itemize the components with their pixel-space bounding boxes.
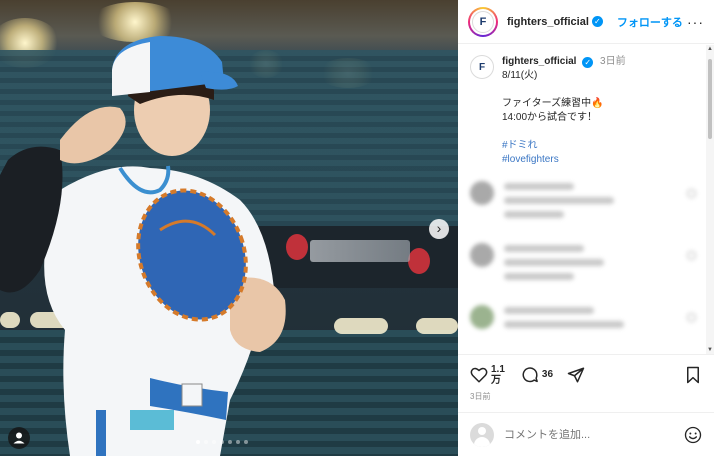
fire-emoji-icon: 🔥 — [591, 98, 604, 109]
carousel-dot — [236, 440, 240, 444]
commenter-avatar — [470, 181, 494, 205]
carousel-next-button[interactable]: › — [429, 219, 449, 239]
carousel-dot — [212, 440, 216, 444]
caption-date-line: 8/11(火) — [502, 70, 538, 81]
comment-list — [458, 181, 714, 354]
caption-avatar[interactable]: F — [470, 55, 494, 79]
carousel-dot — [244, 440, 248, 444]
caption-username[interactable]: fighters_official — [502, 56, 576, 67]
tagged-users-button[interactable] — [8, 427, 30, 449]
account-avatar: F — [472, 10, 494, 33]
current-user-avatar — [470, 422, 494, 447]
post-date: 3日前 — [470, 392, 491, 401]
carousel-indicator — [196, 440, 248, 444]
comments-scroll-area[interactable]: F fighters_official ✓ 3日前 8/11(火) ファイターズ… — [458, 45, 714, 354]
like-count-number: 1.1 — [491, 364, 505, 375]
comment-count[interactable]: 36 — [542, 370, 553, 380]
comment-item-blurred — [470, 305, 714, 354]
carousel-dot — [204, 440, 208, 444]
comment-item-blurred — [470, 243, 714, 305]
caption-text: ファイターズ練習中 — [502, 98, 592, 109]
comment-input[interactable] — [504, 428, 674, 441]
scrollbar-thumb[interactable] — [708, 59, 712, 139]
comment-like-icon — [687, 313, 696, 322]
verified-badge-icon: ✓ — [582, 57, 594, 68]
caption-line-2: 14:00から試合です！ — [502, 112, 598, 123]
comment-like-icon — [687, 251, 696, 260]
person-icon — [13, 432, 25, 444]
follow-button[interactable]: フォローする — [617, 14, 683, 30]
post-side-panel: F fighters_official ✓ フォローする ··· F fight… — [458, 0, 714, 456]
story-ring[interactable]: F — [468, 6, 498, 37]
header-username[interactable]: fighters_official — [507, 16, 589, 28]
add-comment-bar — [458, 412, 714, 456]
comment-item-blurred — [470, 181, 714, 243]
post-photo[interactable]: › — [0, 0, 458, 456]
commenter-avatar — [470, 243, 494, 267]
hashtag-link[interactable]: #lovefighters — [502, 153, 626, 167]
carousel-dot — [228, 440, 232, 444]
like-count-unit: 万 — [491, 375, 501, 386]
commenter-avatar — [470, 305, 494, 329]
post-caption: F fighters_official ✓ 3日前 8/11(火) ファイターズ… — [458, 45, 714, 167]
post-header: F fighters_official ✓ フォローする ··· — [458, 0, 714, 44]
like-count[interactable]: 1.1 万 — [491, 364, 505, 386]
verified-badge-icon: ✓ — [591, 16, 603, 27]
carousel-dot — [196, 440, 200, 444]
hashtag-link[interactable]: #ドミれ — [502, 139, 626, 153]
caption-line: ファイターズ練習中🔥 — [502, 97, 626, 111]
caption-time: 3日前 — [600, 56, 626, 67]
heart-icon[interactable] — [470, 366, 488, 384]
player-illustration — [0, 36, 286, 456]
comment-like-icon — [687, 189, 696, 198]
comments-scrollbar[interactable]: ▲ ▼ — [706, 45, 714, 354]
more-options-icon[interactable]: ··· — [687, 14, 704, 30]
carousel-dot — [220, 440, 224, 444]
comment-icon[interactable] — [521, 366, 539, 384]
bookmark-icon[interactable] — [684, 366, 702, 384]
emoji-icon[interactable] — [684, 426, 702, 444]
share-icon[interactable] — [567, 366, 585, 384]
post-actions: 1.1 万 36 3日前 — [458, 354, 714, 404]
